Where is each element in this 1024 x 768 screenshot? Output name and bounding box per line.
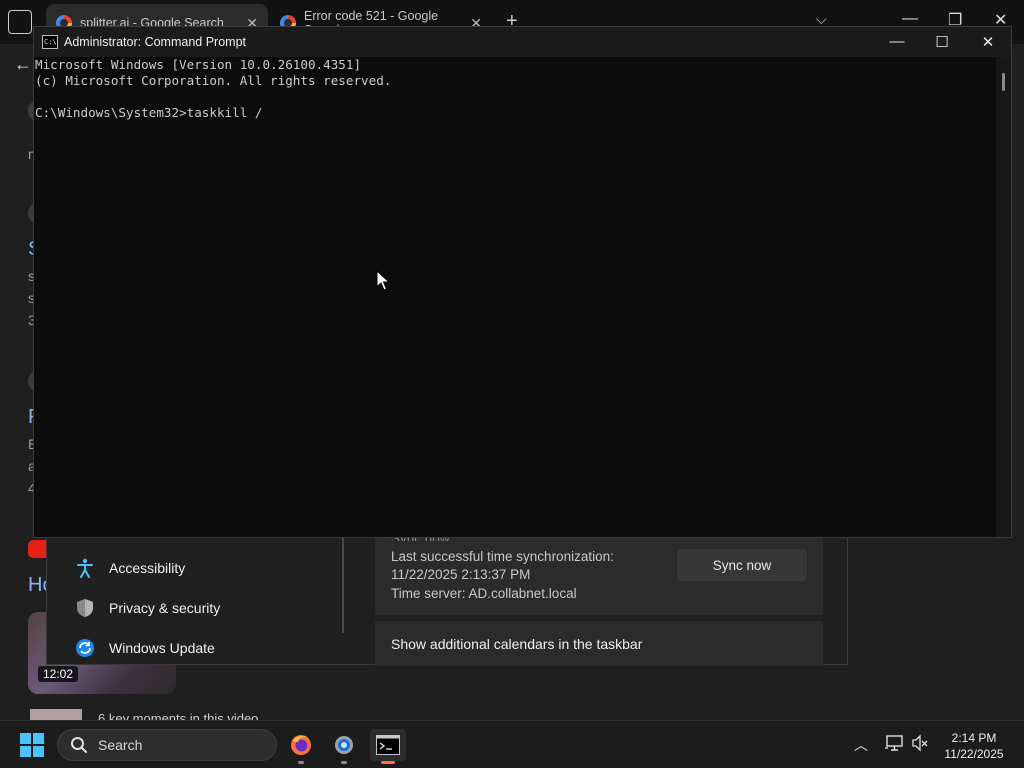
chevron-up-icon[interactable]: ︿ bbox=[854, 735, 868, 755]
mouse-cursor-icon bbox=[376, 270, 390, 291]
last-sync-label: Last successful time synchronization: bbox=[391, 549, 614, 564]
settings-nav-windows-update[interactable]: Windows Update bbox=[75, 633, 215, 663]
network-icon[interactable] bbox=[884, 734, 904, 752]
settings-nav-privacy[interactable]: Privacy & security bbox=[75, 593, 220, 623]
settings-nav-accessibility[interactable]: Accessibility bbox=[75, 553, 185, 583]
shield-icon bbox=[75, 598, 95, 618]
terminal-icon bbox=[376, 735, 400, 755]
windows-update-icon bbox=[75, 638, 95, 658]
running-indicator bbox=[298, 761, 304, 764]
settings-nav-label: Privacy & security bbox=[109, 600, 221, 616]
back-arrow-icon[interactable]: ← bbox=[14, 54, 32, 75]
minimize-button[interactable]: — bbox=[882, 33, 912, 50]
volume-muted-icon[interactable] bbox=[911, 734, 929, 752]
taskbar-search-box[interactable]: Search bbox=[57, 729, 277, 761]
firefox-icon bbox=[291, 735, 311, 755]
accessibility-icon bbox=[75, 558, 95, 578]
taskbar-firefox[interactable] bbox=[283, 729, 319, 764]
command-prompt-window[interactable]: C:\ Administrator: Command Prompt — ☐ ✕ … bbox=[33, 26, 1012, 538]
clock-date[interactable]: 11/22/2025 bbox=[930, 747, 1018, 761]
moments-thumbnail bbox=[30, 709, 82, 720]
settings-window: Accessibility Privacy & security Windows… bbox=[46, 530, 848, 666]
search-icon bbox=[71, 737, 87, 753]
video-duration-badge: 12:02 bbox=[38, 666, 79, 682]
time-server-text: Time server: AD.collabnet.local bbox=[391, 586, 577, 601]
maximize-button[interactable]: ☐ bbox=[927, 33, 957, 51]
start-button[interactable] bbox=[20, 733, 44, 757]
console-output[interactable]: Microsoft Windows [Version 10.0.26100.43… bbox=[34, 57, 994, 537]
search-placeholder: Search bbox=[98, 737, 143, 753]
active-indicator bbox=[381, 761, 395, 764]
command-prompt-icon: C:\ bbox=[42, 35, 58, 49]
console-scrollbar[interactable] bbox=[996, 57, 1011, 537]
sync-now-button[interactable]: Sync now bbox=[677, 549, 807, 581]
tab-search-icon[interactable] bbox=[8, 10, 32, 34]
window-title: Administrator: Command Prompt bbox=[64, 35, 247, 49]
clock-time[interactable]: 2:14 PM bbox=[930, 731, 1018, 745]
close-button[interactable]: ✕ bbox=[973, 33, 1003, 51]
taskbar-command-prompt[interactable] bbox=[370, 729, 406, 764]
taskbar: Search ︿ 2:14 PM 11/22/2025 bbox=[0, 720, 1024, 768]
additional-calendars-setting[interactable]: Show additional calendars in the taskbar bbox=[375, 621, 823, 666]
running-indicator bbox=[341, 761, 347, 764]
time-sync-card: Sync now Last successful time synchroniz… bbox=[375, 531, 823, 615]
settings-gear-icon bbox=[335, 736, 353, 754]
scrollbar-thumb[interactable] bbox=[1002, 73, 1005, 91]
settings-nav-label: Accessibility bbox=[109, 560, 186, 576]
settings-nav-label: Windows Update bbox=[109, 640, 215, 656]
cmd-titlebar[interactable]: C:\ Administrator: Command Prompt — ☐ ✕ bbox=[34, 27, 1011, 57]
settings-divider bbox=[342, 537, 344, 633]
taskbar-settings[interactable] bbox=[326, 729, 362, 764]
last-sync-value: 11/22/2025 2:13:37 PM bbox=[391, 567, 531, 582]
